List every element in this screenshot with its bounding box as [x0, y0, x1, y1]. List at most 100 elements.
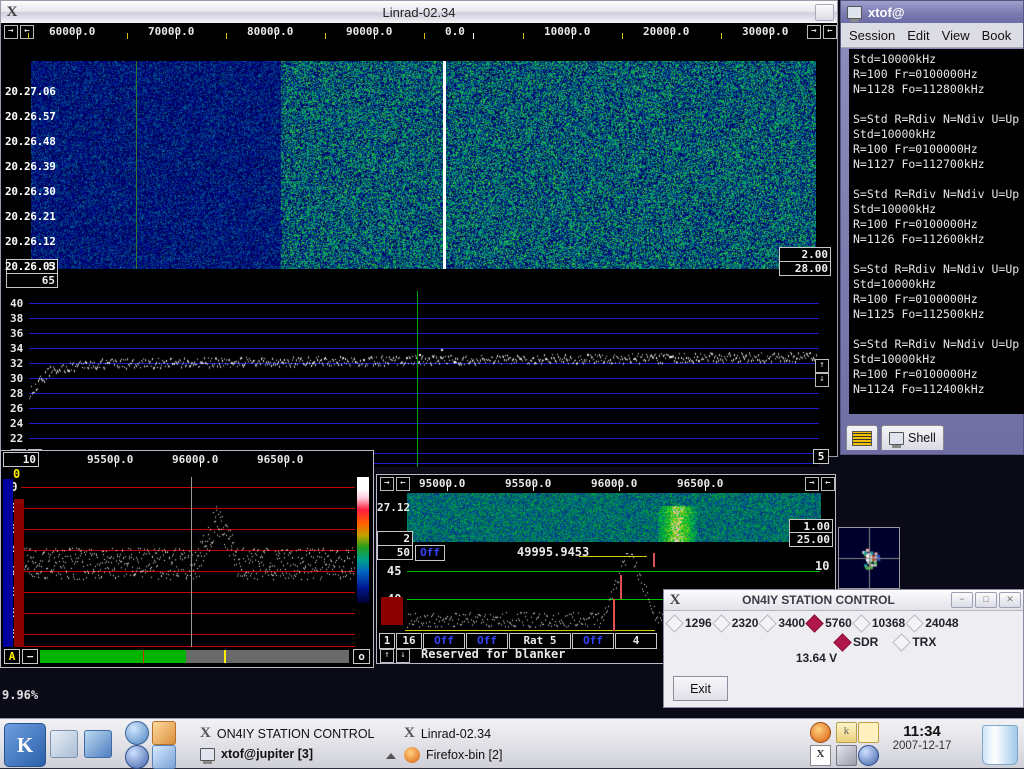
- xtof-terminal-output[interactable]: Std=10000kHz R=100 Fr=0100000Hz N=1128 F…: [849, 49, 1024, 414]
- bm-bottom-box[interactable]: Off: [572, 633, 614, 649]
- scale-right-icon-2[interactable]: →: [807, 25, 821, 39]
- tray-firefox-icon[interactable]: [810, 722, 831, 743]
- radio-diamond-icon[interactable]: [833, 632, 852, 652]
- bm-down-icon[interactable]: ↓: [396, 649, 410, 663]
- main-waterfall[interactable]: [31, 61, 816, 269]
- band-option-10368[interactable]: 10368: [852, 613, 905, 633]
- linrad-window-buttons[interactable]: [815, 3, 837, 21]
- bm-left-bar-red[interactable]: [381, 597, 403, 625]
- graph-right-box[interactable]: 5: [813, 449, 829, 464]
- band-option-5760[interactable]: 5760: [805, 613, 852, 633]
- bm-bottom-box[interactable]: 1: [379, 633, 395, 649]
- band-option-2320[interactable]: 2320: [712, 613, 758, 633]
- radio-diamond-icon[interactable]: [805, 613, 824, 633]
- bl-btn-a[interactable]: A: [4, 649, 20, 664]
- bm-bottom-box[interactable]: 4: [615, 633, 657, 649]
- bl-btn-minus[interactable]: −: [22, 649, 38, 664]
- system-tray[interactable]: k X: [810, 722, 879, 766]
- menu-session[interactable]: Session: [849, 28, 895, 43]
- show-desktop-icon[interactable]: [50, 730, 78, 758]
- tray-klipper-icon[interactable]: k: [836, 722, 857, 743]
- beaker-icon[interactable]: [982, 725, 1018, 765]
- minimize-icon[interactable]: [815, 3, 834, 21]
- xtof-terminal-window[interactable]: xtof@ Session Edit View Book Std=10000kH…: [840, 0, 1024, 455]
- waterfall-offset-value[interactable]: 28.00: [779, 261, 831, 276]
- tray-plug-icon[interactable]: [836, 745, 857, 766]
- tray-x-icon[interactable]: X: [810, 745, 831, 766]
- sdr-crosshair-plot[interactable]: [838, 527, 900, 589]
- menu-bookmarks[interactable]: Book: [982, 28, 1012, 43]
- radio-diamond-icon[interactable]: [758, 613, 778, 633]
- bl-left-bar-blue[interactable]: [3, 479, 13, 647]
- afc-spectrum-panel[interactable]: 10 95500.096000.096500.0 0 4038363432302…: [0, 450, 374, 668]
- mode-radio-group[interactable]: SDR TRX: [664, 630, 1023, 652]
- kde-menu-button[interactable]: K: [4, 723, 46, 767]
- task-xtof[interactable]: xtof@jupiter [3]: [200, 747, 313, 764]
- radio-diamond-icon[interactable]: [665, 613, 684, 633]
- bm-scale-right-icon-2[interactable]: →: [805, 477, 819, 491]
- bl-progress-track[interactable]: [40, 650, 349, 663]
- scale-left-icon[interactable]: ←: [20, 25, 34, 39]
- graph-down-icon[interactable]: ↓: [815, 373, 829, 387]
- linrad-titlebar[interactable]: X Linrad-02.34: [1, 1, 837, 24]
- waterfall-range-box[interactable]: 65: [6, 273, 58, 288]
- bm-box-2[interactable]: 2: [377, 531, 413, 546]
- mode-option-SDR[interactable]: SDR: [833, 632, 878, 652]
- linrad-window[interactable]: X Linrad-02.34 → ← → ← 60000.0 70000.0 800…: [0, 0, 838, 467]
- clock[interactable]: 11:34 2007-12-17: [872, 723, 972, 752]
- graph-up-icon[interactable]: ↑: [815, 359, 829, 373]
- top-scale-tick: [77, 33, 78, 39]
- spectrum-graph[interactable]: 4038363432302826242220 ↑ ↓ 5 ↑ ↓: [9, 291, 829, 467]
- cart-icon[interactable]: [152, 745, 176, 769]
- konqueror-icon[interactable]: [125, 721, 149, 745]
- bl-btn-o[interactable]: o: [353, 649, 370, 664]
- close-icon[interactable]: X: [1, 4, 23, 21]
- taskbar[interactable]: K X ON4IY STATION CONTROL X Linrad-02.34…: [0, 718, 1024, 769]
- bm-value-b[interactable]: 25.00: [789, 532, 833, 547]
- task-linrad[interactable]: X Linrad-02.34: [404, 725, 491, 742]
- menu-view[interactable]: View: [942, 28, 970, 43]
- bl-left-bar-red[interactable]: [14, 499, 24, 647]
- minimize-button[interactable]: −: [951, 592, 973, 608]
- radio-diamond-icon[interactable]: [712, 613, 731, 633]
- mode-option-TRX[interactable]: TRX: [892, 632, 936, 652]
- tab-shell[interactable]: Shell: [881, 425, 944, 450]
- top-frequency-scale[interactable]: → ← → ← 60000.0 70000.0 80000.0 90000.0 0.0 1…: [1, 23, 837, 39]
- linrad-canvas[interactable]: → ← → ← 60000.0 70000.0 80000.0 90000.0 0.0 1…: [1, 23, 837, 467]
- browser-icon[interactable]: [125, 745, 149, 769]
- station-control-dialog[interactable]: X ON4IY STATION CONTROL − □ ✕ 1296 2320 34…: [663, 589, 1024, 708]
- bm-scale-left-icon-2[interactable]: ←: [821, 477, 835, 491]
- xtof-menubar[interactable]: Session Edit View Book: [841, 23, 1023, 48]
- scale-right-icon[interactable]: →: [4, 25, 18, 39]
- menu-edit[interactable]: Edit: [907, 28, 929, 43]
- scale-left-icon-2[interactable]: ←: [823, 25, 837, 39]
- band-option-3400[interactable]: 3400: [758, 613, 805, 633]
- task-firefox[interactable]: Firefox-bin [2]: [404, 747, 502, 763]
- radio-diamond-icon[interactable]: [852, 613, 871, 633]
- maximize-button[interactable]: □: [975, 592, 997, 608]
- xtof-titlebar[interactable]: xtof@: [841, 1, 1023, 23]
- editor-icon[interactable]: [84, 730, 112, 758]
- task-on4iy[interactable]: X ON4IY STATION CONTROL: [200, 725, 375, 742]
- bm-up-icon[interactable]: ↑: [380, 649, 394, 663]
- mail-icon[interactable]: [152, 721, 176, 745]
- bl-frequency-scale[interactable]: 10 95500.0 96000.0 96500.0: [1, 451, 373, 467]
- bm-scale-left-icon[interactable]: ←: [396, 477, 410, 491]
- overflow-arrow-icon[interactable]: [386, 753, 396, 759]
- bm-scale-right-icon[interactable]: →: [380, 477, 394, 491]
- waterfall-gain-value[interactable]: 2.00: [779, 247, 831, 262]
- xtof-tabbar[interactable]: Shell: [846, 420, 1024, 450]
- bm-frequency-scale[interactable]: → ← → ← 95000.0 95500.0 96000.0 96500.0: [377, 475, 835, 491]
- bm-bottom-box[interactable]: 16: [396, 633, 422, 649]
- radio-diamond-icon[interactable]: [892, 632, 912, 652]
- new-tab-button[interactable]: [846, 425, 878, 450]
- station-control-titlebar[interactable]: X ON4IY STATION CONTROL − □ ✕: [664, 590, 1023, 611]
- radio-diamond-icon[interactable]: [905, 613, 924, 633]
- band-radio-group[interactable]: 1296 2320 3400 5760 10368 24048: [664, 611, 1023, 633]
- exit-button[interactable]: Exit: [673, 676, 728, 701]
- close-button[interactable]: ✕: [999, 592, 1021, 608]
- band-option-24048[interactable]: 24048: [905, 613, 959, 633]
- close-icon-station[interactable]: X: [664, 592, 686, 609]
- bl-box-10[interactable]: 10: [3, 452, 39, 467]
- band-option-1296[interactable]: 1296: [665, 613, 712, 633]
